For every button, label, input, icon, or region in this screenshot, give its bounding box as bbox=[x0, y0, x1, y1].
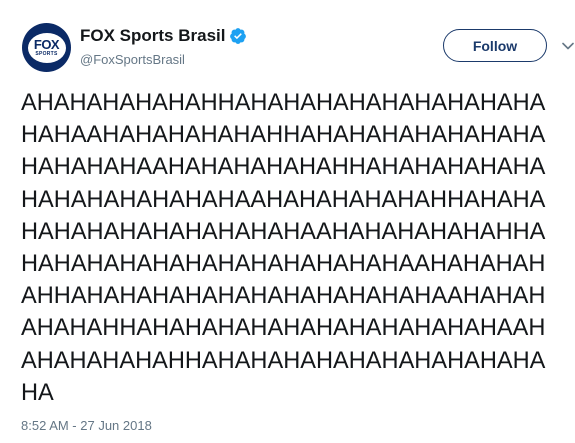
follow-button[interactable]: Follow bbox=[443, 29, 547, 62]
tweet-text-line: AHAHAHAHAHHAHAHAHAHAHAHAHAHAHAHA bbox=[21, 347, 546, 374]
logo-subtext: SPORTS bbox=[35, 51, 58, 57]
user-handle[interactable]: @FoxSportsBrasil bbox=[80, 52, 185, 67]
tweet-text-line: HAHAHAHAHAHAHAAHAHAHAHAHAHHAHAHA bbox=[21, 186, 546, 213]
tweet-text-line: HAHAHAHAAHAHAHAHAHAHHAHAHAHAHAHA bbox=[21, 154, 546, 181]
name-row: FOX Sports Brasil bbox=[80, 26, 247, 46]
tweet-text-line: HA bbox=[21, 379, 54, 406]
tweet-text-line: AHAHAHAHAHAHHAHAHAHAHAHAHAHAHAHA bbox=[21, 90, 546, 116]
fox-sports-logo: FOX SPORTS bbox=[25, 30, 68, 65]
tweet-text-line: AHAHAHHAHAHAHAHAHAHAHAHAHAHAHAAH bbox=[21, 315, 546, 342]
tweet-card: FOX SPORTS FOX Sports Brasil @FoxSportsB… bbox=[0, 0, 575, 443]
logo-text: FOX bbox=[33, 37, 60, 52]
tweet-timestamp[interactable]: 8:52 AM - 27 Jun 2018 bbox=[21, 418, 152, 433]
tweet-text-line: HAHAHAHAHAHAHAHAHAAHAHAHAHAHAHHA bbox=[21, 218, 546, 245]
tweet-text-line: HAHAAHAHAHAHAHAHHAHAHAHAHAHAHAHA bbox=[21, 122, 546, 149]
chevron-down-icon[interactable] bbox=[562, 40, 574, 52]
avatar[interactable]: FOX SPORTS bbox=[22, 23, 71, 72]
verified-badge-icon bbox=[230, 28, 247, 44]
tweet-text: AHAHAHAHAHAHHAHAHAHAHAHAHAHAHAHA HAHAAHAH… bbox=[21, 87, 575, 409]
tweet-text-line: HAHAHAHAHAHAHAHAHAHAHAHAAHAHAHAH bbox=[21, 251, 546, 278]
tweet-text-line: AHHAHAHAHAHAHAHAHAHAHAHAHAAHAHAH bbox=[21, 283, 546, 310]
display-name[interactable]: FOX Sports Brasil bbox=[80, 26, 225, 46]
